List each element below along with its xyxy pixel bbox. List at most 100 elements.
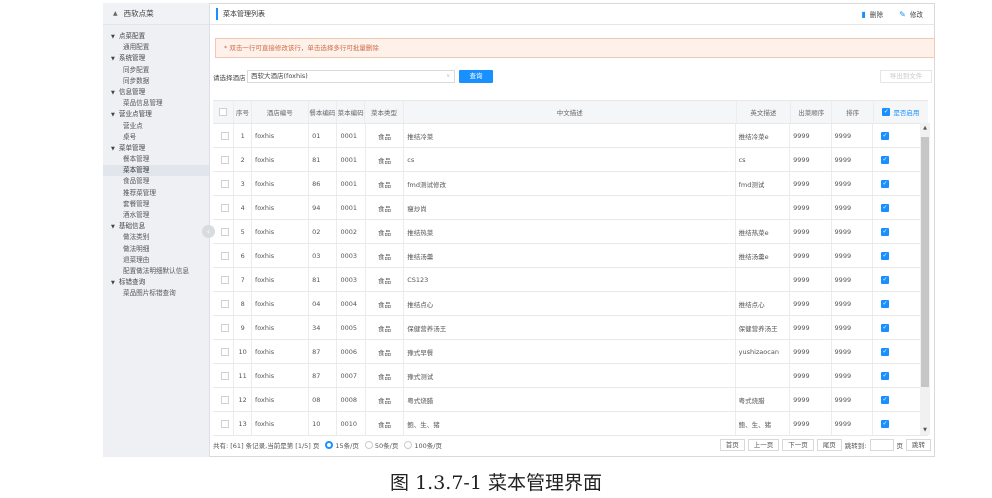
sidebar-section[interactable]: ▼ 标错查询: [103, 277, 209, 288]
sidebar-item[interactable]: 退菜理由: [103, 255, 209, 266]
table-row[interactable]: 6 foxhis 03 0003 食品 推结汤羹 推结汤羹e 9999 9999 ✓: [213, 244, 928, 268]
sidebar-header[interactable]: ▲ 西软点菜: [103, 3, 209, 25]
row-checkbox[interactable]: [220, 275, 229, 284]
jump-page-input[interactable]: [869, 439, 894, 451]
page-size-option-50[interactable]: 50条/页: [364, 440, 398, 450]
enabled-checkbox[interactable]: ✓: [880, 275, 889, 284]
table-row[interactable]: 9 foxhis 34 0005 食品 保健营养汤王 保健营养汤王 9999 9999 ✓: [213, 316, 928, 340]
sidebar-item[interactable]: 菜本管理: [103, 165, 209, 177]
sidebar-item[interactable]: 餐本管理: [103, 154, 209, 165]
table-row[interactable]: 5 foxhis 02 0002 食品 推结热菜 推结热菜e 9999 9999 ✓: [213, 220, 928, 244]
sidebar-item[interactable]: 营业点: [103, 121, 209, 132]
row-checkbox[interactable]: [220, 323, 229, 332]
page-size-option-15[interactable]: 15条/页: [325, 440, 359, 450]
table-row[interactable]: 2 foxhis 81 0001 食品 cs cs 9999 9999 ✓: [213, 148, 928, 172]
jump-button[interactable]: 跳转: [906, 439, 931, 451]
enabled-checkbox[interactable]: ✓: [880, 419, 889, 428]
enabled-checkbox[interactable]: ✓: [880, 131, 889, 140]
sidebar-item[interactable]: 通用配置: [103, 42, 209, 53]
query-button[interactable]: 查询: [459, 70, 493, 83]
row-checkbox[interactable]: [220, 347, 229, 356]
sidebar-item[interactable]: 套餐管理: [103, 199, 209, 210]
column-header[interactable]: 英文描述: [737, 101, 792, 123]
enabled-checkbox[interactable]: ✓: [880, 179, 889, 188]
sidebar-section[interactable]: ▼ 信息管理: [103, 87, 209, 98]
table-cell: 87: [309, 364, 338, 387]
column-header[interactable]: 中文描述: [404, 101, 737, 123]
next-page-button[interactable]: 下一页: [782, 439, 814, 451]
column-header[interactable]: 序号: [234, 101, 252, 123]
table-row[interactable]: 12 foxhis 08 0008 食品 粤式烧腊 粤式烧腊 9999 9999 ✓: [213, 388, 928, 412]
sidebar-item[interactable]: 同步数据: [103, 76, 209, 87]
table-row[interactable]: 3 foxhis 86 0001 食品 fmd测试修改 fmd测试 9999 9999 ✓: [213, 172, 928, 196]
scroll-down-icon[interactable]: ▼: [920, 427, 930, 433]
checkbox-checked-icon[interactable]: ✓: [882, 108, 891, 116]
table-row[interactable]: 4 foxhis 94 0001 食品 瘦炒尚 9999 9999 ✓: [213, 196, 928, 220]
row-checkbox[interactable]: [220, 419, 229, 428]
enabled-checkbox[interactable]: ✓: [880, 155, 889, 164]
scroll-up-icon[interactable]: ▲: [920, 125, 930, 131]
sidebar-section[interactable]: ▼ 菜单管理: [103, 143, 209, 154]
enabled-checkbox[interactable]: ✓: [880, 323, 889, 332]
enabled-checkbox[interactable]: ✓: [880, 203, 889, 212]
column-header[interactable]: 菜本编码: [337, 101, 366, 123]
column-header[interactable]: ✓ 是否启用: [874, 101, 928, 123]
table-row[interactable]: 1 foxhis 01 0001 食品 推结冷菜 推结冷菜e 9999 9999 ✓: [213, 124, 928, 148]
table-cell: 9999: [832, 316, 873, 339]
sidebar-item[interactable]: 菜品图片标错查询: [103, 288, 209, 299]
row-checkbox[interactable]: [220, 155, 229, 164]
scrollbar-thumb[interactable]: [921, 137, 929, 387]
enabled-checkbox[interactable]: ✓: [880, 347, 889, 356]
prev-page-button[interactable]: 上一页: [747, 439, 780, 451]
table-scrollbar[interactable]: ▲ ▼: [920, 123, 930, 435]
hotel-select[interactable]: 西软大酒店(foxhis) ∨: [247, 70, 455, 83]
page-size-option-100[interactable]: 100条/页: [404, 440, 442, 450]
first-page-button[interactable]: 首页: [719, 439, 745, 451]
trash-icon: ▮: [861, 9, 866, 19]
sidebar-item[interactable]: 做法明细: [103, 244, 209, 255]
sidebar-section[interactable]: ▼ 营业点管理: [103, 109, 209, 120]
table-row[interactable]: 8 foxhis 04 0004 食品 推结点心 推结点心 9999 9999 ✓: [213, 292, 928, 316]
table-row[interactable]: 10 foxhis 87 0006 食品 豫式早餐 yushizaocan 9999 9999 ✓: [213, 340, 928, 364]
sidebar-section[interactable]: ▼ 点菜配置: [103, 31, 209, 42]
table-row[interactable]: 13 foxhis 10 0010 食品 鲍、生、猪 鲍、生、猪 9999 9999 ✓: [213, 412, 928, 436]
row-checkbox[interactable]: [220, 299, 229, 308]
row-checkbox[interactable]: [220, 203, 229, 212]
delete-button[interactable]: ▮ 删除: [861, 9, 884, 20]
row-checkbox[interactable]: [220, 131, 229, 140]
sidebar-item[interactable]: 配置做法明细默认信息: [103, 266, 209, 277]
select-all-checkbox[interactable]: [219, 108, 228, 116]
sidebar-item-label: 营业点: [123, 121, 143, 130]
column-header[interactable]: 排序: [832, 101, 874, 123]
table-cell: 推结点心: [404, 292, 736, 315]
table-row[interactable]: 7 foxhis 81 0003 食品 CS123 9999 9999 ✓: [213, 268, 928, 292]
enabled-checkbox[interactable]: ✓: [880, 371, 889, 380]
export-button[interactable]: 导出到文件: [880, 70, 932, 83]
sidebar-item[interactable]: 酒水管理: [103, 210, 209, 221]
last-page-button[interactable]: 尾页: [816, 439, 842, 451]
row-checkbox[interactable]: [220, 395, 229, 404]
sidebar-section[interactable]: ▼ 系统管理: [103, 53, 209, 64]
sidebar-item[interactable]: 桌号: [103, 132, 209, 143]
column-header[interactable]: 酒店编号: [252, 101, 309, 123]
enabled-checkbox[interactable]: ✓: [880, 251, 889, 260]
sidebar-item[interactable]: 做法类别: [103, 232, 209, 243]
edit-button[interactable]: ✎ 修改: [899, 9, 923, 20]
sidebar-item[interactable]: 食品管理: [103, 176, 209, 187]
column-header[interactable]: 菜本类型: [365, 101, 404, 123]
row-checkbox[interactable]: [220, 179, 229, 188]
sidebar-item[interactable]: 菜品信息管理: [103, 98, 209, 109]
sidebar-item[interactable]: 推荐菜管理: [103, 188, 209, 199]
sidebar-section[interactable]: ▼ 基础信息: [103, 221, 209, 232]
row-checkbox[interactable]: [220, 251, 229, 260]
enabled-checkbox[interactable]: ✓: [880, 395, 889, 404]
row-checkbox[interactable]: [220, 371, 229, 380]
sidebar-item-label: 同步数据: [123, 76, 150, 85]
row-checkbox[interactable]: [220, 227, 229, 236]
sidebar-item[interactable]: 同步配置: [103, 65, 209, 76]
column-header[interactable]: 餐本编码: [309, 101, 337, 123]
table-row[interactable]: 11 foxhis 87 0007 食品 豫式测试 9999 9999 ✓: [213, 364, 928, 388]
enabled-checkbox[interactable]: ✓: [880, 299, 889, 308]
enabled-checkbox[interactable]: ✓: [880, 227, 889, 236]
column-header[interactable]: 出菜顺序: [791, 101, 833, 123]
